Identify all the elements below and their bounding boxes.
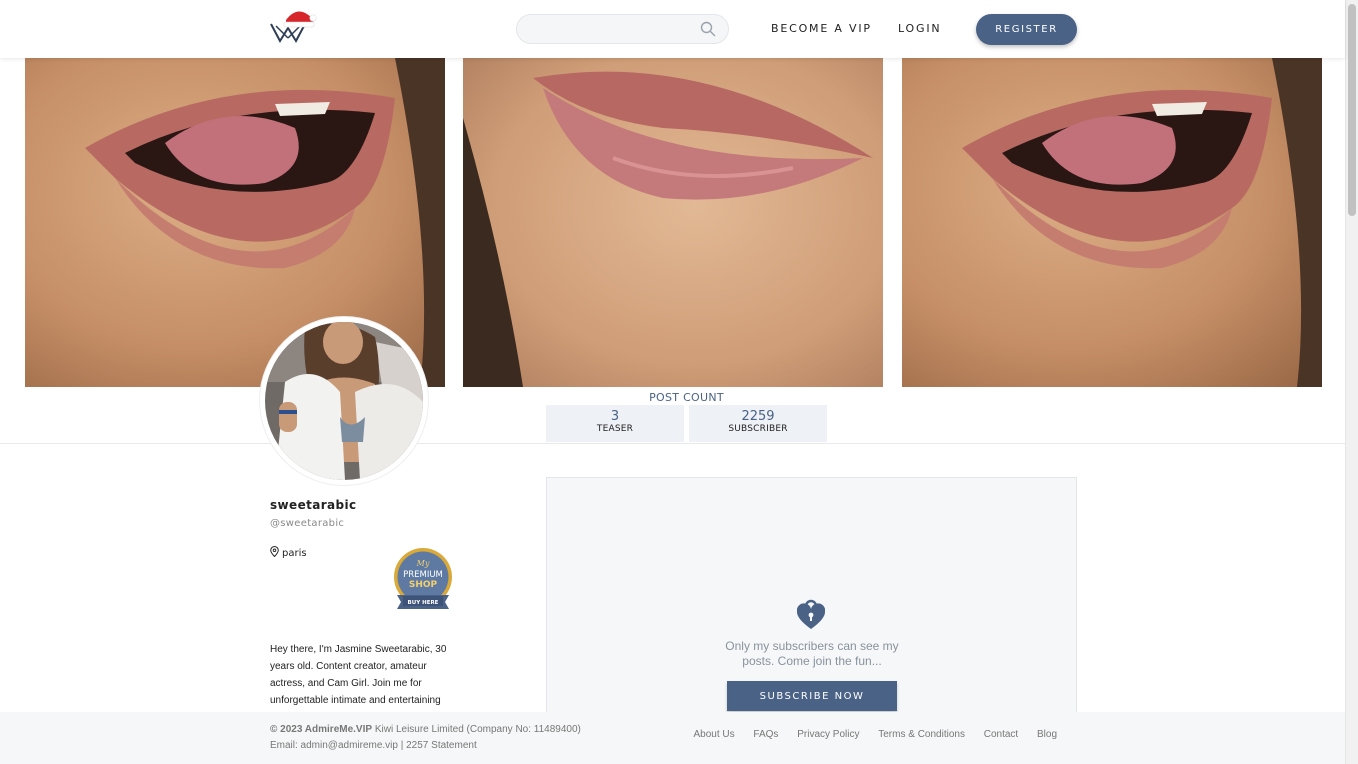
subscriber-count: 2259	[741, 409, 775, 424]
footer-link-contact[interactable]: Contact	[984, 729, 1018, 740]
locked-posts-panel: Only my subscribers can see my posts. Co…	[546, 477, 1077, 737]
admireme-logo-icon[interactable]	[268, 8, 318, 44]
footer-email[interactable]: Email: admin@admireme.vip | 2257 Stateme…	[270, 740, 477, 751]
top-header: BECOME A VIP LOGIN REGISTER	[0, 0, 1345, 58]
location-pin-icon	[270, 545, 279, 558]
profile-handle: @sweetarabic	[270, 518, 345, 529]
banner-photo-2	[463, 58, 883, 387]
subscriber-label: SUBSCRIBER	[728, 424, 788, 434]
subscribe-now-button[interactable]: SUBSCRIBE NOW	[727, 681, 897, 711]
profile-bio: Hey there, I'm Jasmine Sweetarabic, 30 y…	[270, 644, 447, 706]
copyright-brand: © 2023 AdmireMe.VIP	[270, 724, 373, 735]
register-button[interactable]: REGISTER	[976, 14, 1077, 45]
teaser-stat[interactable]: 3 TEASER	[546, 405, 684, 442]
footer-link-blog[interactable]: Blog	[1037, 729, 1057, 740]
copyright-company: Kiwi Leisure Limited (Company No: 114894…	[374, 724, 581, 735]
search-box	[516, 14, 729, 44]
footer-copyright: © 2023 AdmireMe.VIP Kiwi Leisure Limited…	[270, 724, 581, 735]
profile-username: sweetarabic	[270, 498, 357, 512]
badge-line1: My	[416, 559, 430, 568]
badge-line3: SHOP	[409, 580, 438, 590]
heart-lock-icon	[797, 599, 825, 629]
premium-shop-badge[interactable]: My PREMIUM SHOP BUY HERE	[391, 547, 455, 611]
section-divider	[0, 443, 1345, 444]
subscriber-stat[interactable]: 2259 SUBSCRIBER	[689, 405, 827, 442]
banner-photo-3	[902, 58, 1322, 387]
footer-link-privacy[interactable]: Privacy Policy	[797, 729, 859, 740]
locked-message: Only my subscribers can see my posts. Co…	[725, 639, 899, 668]
teaser-label: TEASER	[596, 424, 634, 434]
footer-link-about[interactable]: About Us	[694, 729, 735, 740]
search-icon[interactable]	[700, 21, 716, 37]
footer-links: About Us FAQs Privacy Policy Terms & Con…	[678, 729, 1058, 740]
page-scrollbar[interactable]	[1345, 0, 1358, 764]
profile-location: paris	[270, 545, 307, 559]
avatar[interactable]	[260, 317, 428, 485]
location-text: paris	[282, 548, 307, 559]
badge-line2: PREMIUM	[403, 570, 443, 580]
footer-link-terms[interactable]: Terms & Conditions	[878, 729, 965, 740]
login-link[interactable]: LOGIN	[898, 22, 941, 35]
scrollbar-thumb[interactable]	[1348, 4, 1356, 216]
search-input[interactable]	[529, 20, 699, 40]
become-vip-link[interactable]: BECOME A VIP	[771, 22, 872, 35]
footer-link-faqs[interactable]: FAQs	[753, 729, 778, 740]
teaser-count: 3	[610, 409, 620, 424]
post-count-title: POST COUNT	[649, 391, 724, 404]
page-footer: © 2023 AdmireMe.VIP Kiwi Leisure Limited…	[0, 712, 1345, 764]
badge-ribbon: BUY HERE	[408, 600, 439, 606]
